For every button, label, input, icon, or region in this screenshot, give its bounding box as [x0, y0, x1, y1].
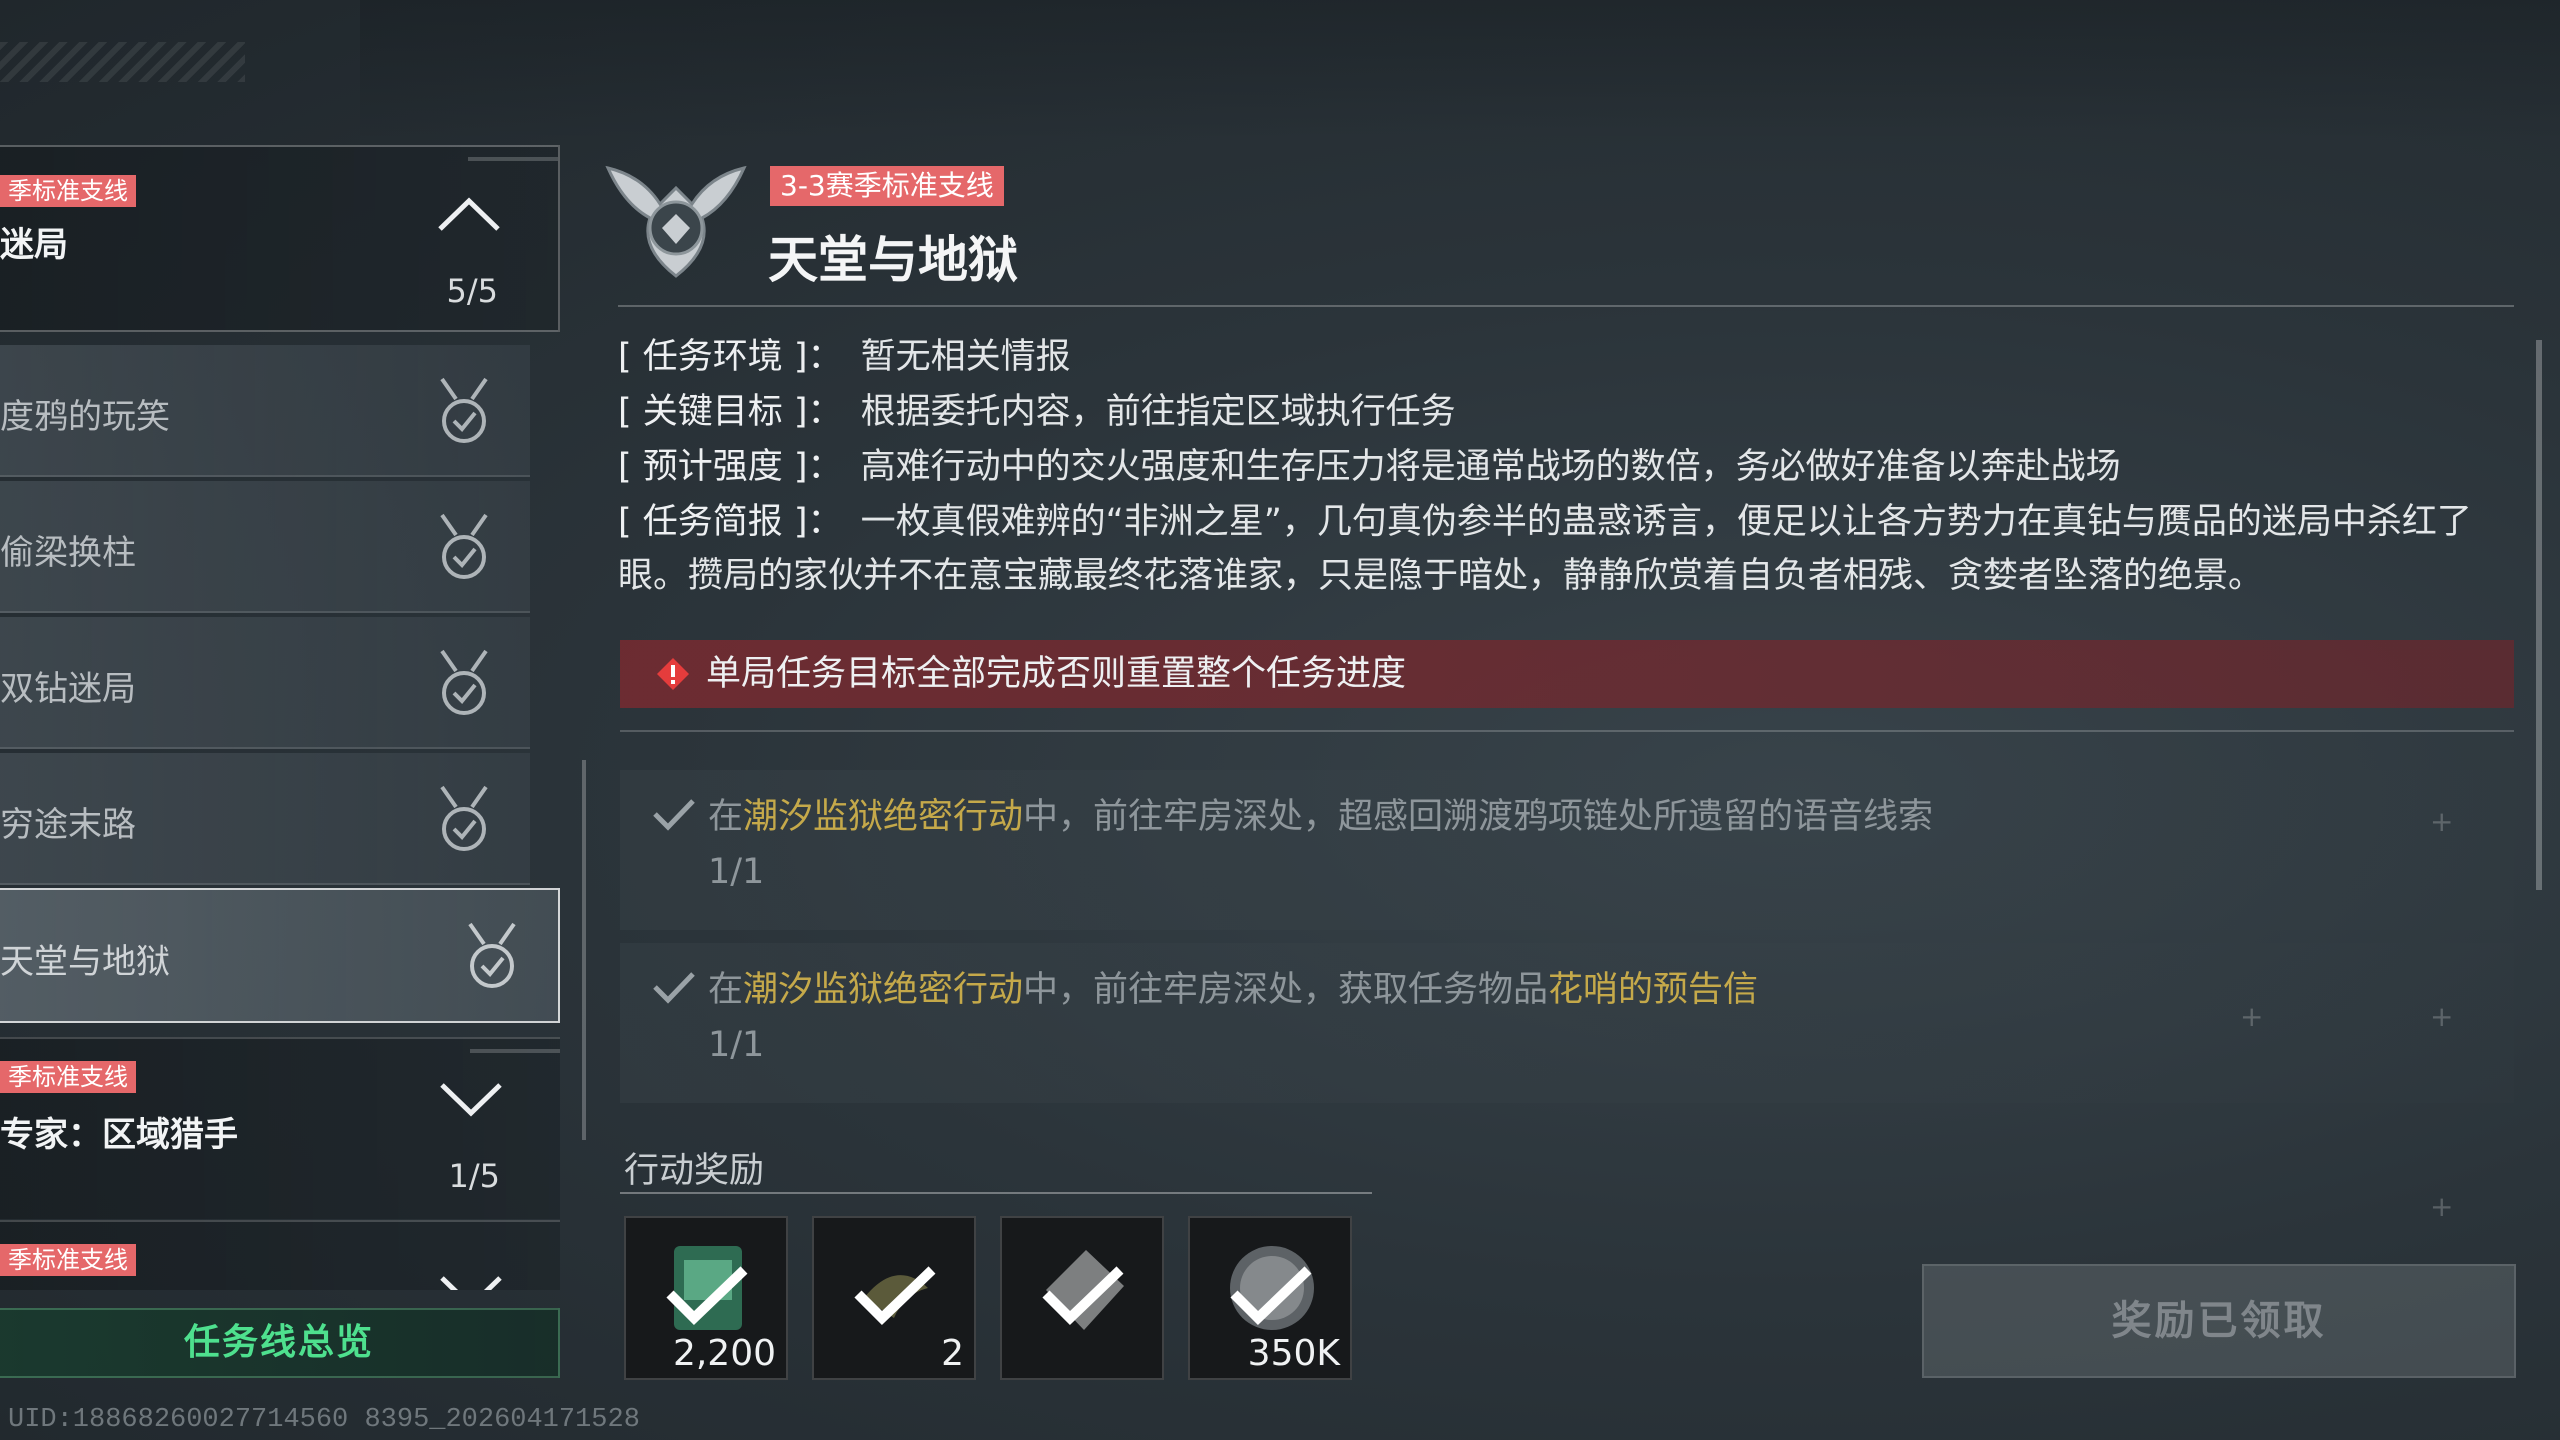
- quest-title: 天堂与地狱: [768, 231, 1018, 289]
- info-key: [ 预计强度 ]：: [618, 447, 843, 487]
- header-tick: [470, 1049, 560, 1053]
- info-key: [ 关键目标 ]：: [618, 392, 843, 432]
- quest-item-label: 偷梁换柱: [0, 533, 136, 573]
- quest-line-title: 迷局: [0, 225, 68, 265]
- info-key: [ 任务环境 ]：: [618, 337, 843, 377]
- objective-count: 1/1: [708, 852, 765, 892]
- check-icon: [653, 972, 695, 1004]
- plus-decoration: +: [2430, 1000, 2454, 1033]
- completed-medal-icon: [440, 785, 488, 851]
- plus-decoration: +: [2430, 805, 2454, 838]
- rewards-label: 行动奖励: [624, 1151, 765, 1191]
- quest-item-label: 穷途末路: [0, 805, 136, 845]
- objective-text: 在潮汐监狱绝密行动中，前往牢房深处，超感回溯渡鸦项链处所遗留的语音线索: [708, 788, 1933, 839]
- quest-item[interactable]: 穷途末路: [0, 753, 530, 885]
- sidebar-scrollbar[interactable]: [582, 760, 586, 1140]
- info-value: 暂无相关情报: [860, 337, 1071, 377]
- header-shade: [360, 0, 2560, 140]
- warning-icon: [657, 658, 689, 690]
- completed-medal-icon: [440, 377, 488, 443]
- header-tick: [468, 157, 558, 161]
- claimed-check-icon: [1230, 1266, 1312, 1325]
- objective-prefix: 在: [708, 797, 744, 837]
- quest-item[interactable]: 双钻迷局: [0, 617, 530, 749]
- eagle-emblem-icon: [605, 165, 747, 278]
- info-value: 高难行动中的交火强度和生存压力将是通常战场的数倍，务必做好准备以奔赴战场: [860, 447, 2121, 487]
- chevron-up-icon[interactable]: [434, 191, 504, 235]
- quest-item[interactable]: 度鸦的玩笑: [0, 345, 530, 477]
- uid-text: UID:18868260027714560 8395_202604171528: [8, 1405, 640, 1435]
- info-value: 根据委托内容，前往指定区域执行任务: [860, 392, 1456, 432]
- quest-line-overview-button[interactable]: 任务线总览: [0, 1308, 560, 1378]
- quest-line-header[interactable]: 季标准支线 专家：区域猎手 1/5: [0, 1037, 560, 1219]
- claim-reward-button[interactable]: 奖励已领取: [1922, 1264, 2516, 1378]
- info-value: 一枚真假难辨的“非洲之星”，几句真伪参半的蛊惑诱言，便足以让各方势力在真钻与赝品…: [618, 502, 2472, 596]
- quest-tag: 3-3赛季标准支线: [770, 166, 1004, 206]
- completed-medal-icon: [440, 649, 488, 715]
- plus-decoration: +: [2430, 1190, 2454, 1223]
- check-icon: [653, 799, 695, 831]
- quest-line-header-expanded[interactable]: 季标准支线 迷局 5/5: [0, 145, 560, 332]
- header-decoration: [0, 42, 245, 82]
- reward-slot[interactable]: 2: [812, 1216, 976, 1380]
- detail-scrollbar[interactable]: [2536, 340, 2542, 890]
- completed-medal-icon: [468, 922, 516, 988]
- info-objective: [ 关键目标 ]： 根据委托内容，前往指定区域执行任务: [618, 385, 2498, 439]
- chevron-down-icon[interactable]: [436, 1077, 506, 1121]
- chevron-down-icon[interactable]: [436, 1270, 506, 1290]
- reward-slot[interactable]: 2,200: [624, 1216, 788, 1380]
- reward-slot[interactable]: [1000, 1216, 1164, 1380]
- quest-item-label: 天堂与地狱: [0, 942, 170, 982]
- quest-item-selected[interactable]: 天堂与地狱: [0, 888, 560, 1023]
- info-key: [ 任务简报 ]：: [618, 502, 843, 542]
- objective-prefix: 在: [708, 970, 744, 1010]
- quest-line-title: 专家：区域猎手: [0, 1115, 238, 1155]
- quest-line-header[interactable]: 季标准支线: [0, 1220, 560, 1290]
- reward-quantity: 350K: [1247, 1333, 1340, 1374]
- reward-quantity: 2,200: [672, 1333, 776, 1374]
- quest-item-label: 双钻迷局: [0, 669, 136, 709]
- divider: [620, 1192, 1372, 1194]
- reset-warning-banner: 单局任务目标全部完成否则重置整个任务进度: [620, 640, 2514, 708]
- claimed-check-icon: [854, 1266, 936, 1325]
- plus-decoration: +: [2240, 1000, 2264, 1033]
- claimed-check-icon: [666, 1266, 748, 1325]
- divider: [618, 305, 2514, 307]
- divider: [620, 730, 2514, 732]
- info-briefing: [ 任务简报 ]： 一枚真假难辨的“非洲之星”，几句真伪参半的蛊惑诱言，便足以让各…: [618, 495, 2498, 603]
- quest-line-progress: 1/5: [448, 1157, 501, 1195]
- objective-count: 1/1: [708, 1025, 765, 1065]
- objective-row: 在潮汐监狱绝密行动中，前往牢房深处，获取任务物品花哨的预告信 1/1: [620, 943, 2514, 1103]
- objective-text: 在潮汐监狱绝密行动中，前往牢房深处，获取任务物品花哨的预告信: [708, 961, 1758, 1012]
- completed-medal-icon: [440, 513, 488, 579]
- objective-description: 中，前往牢房深处，获取任务物品: [1023, 970, 1549, 1010]
- reward-slot[interactable]: 350K: [1188, 1216, 1352, 1380]
- quest-line-tag: 季标准支线: [0, 1244, 136, 1276]
- objective-location: 潮汐监狱绝密行动: [743, 797, 1024, 837]
- quest-line-progress: 5/5: [446, 272, 499, 310]
- reward-quantity: 2: [941, 1333, 964, 1374]
- objective-location: 潮汐监狱绝密行动: [743, 970, 1024, 1010]
- quest-item-label: 度鸦的玩笑: [0, 397, 170, 437]
- warning-text: 单局任务目标全部完成否则重置整个任务进度: [706, 654, 1407, 694]
- objective-item: 花哨的预告信: [1548, 970, 1759, 1010]
- quest-line-tag: 季标准支线: [0, 1061, 136, 1093]
- quest-item[interactable]: 偷梁换柱: [0, 481, 530, 613]
- quest-line-tag: 季标准支线: [0, 175, 136, 207]
- info-environment: [ 任务环境 ]： 暂无相关情报: [618, 330, 2498, 384]
- objective-description: 中，前往牢房深处，超感回溯渡鸦项链处所遗留的语音线索: [1023, 797, 1934, 837]
- info-intensity: [ 预计强度 ]： 高难行动中的交火强度和生存压力将是通常战场的数倍，务必做好准备…: [618, 440, 2498, 494]
- claimed-check-icon: [1042, 1266, 1124, 1325]
- objective-row: 在潮汐监狱绝密行动中，前往牢房深处，超感回溯渡鸦项链处所遗留的语音线索 1/1: [620, 770, 2514, 930]
